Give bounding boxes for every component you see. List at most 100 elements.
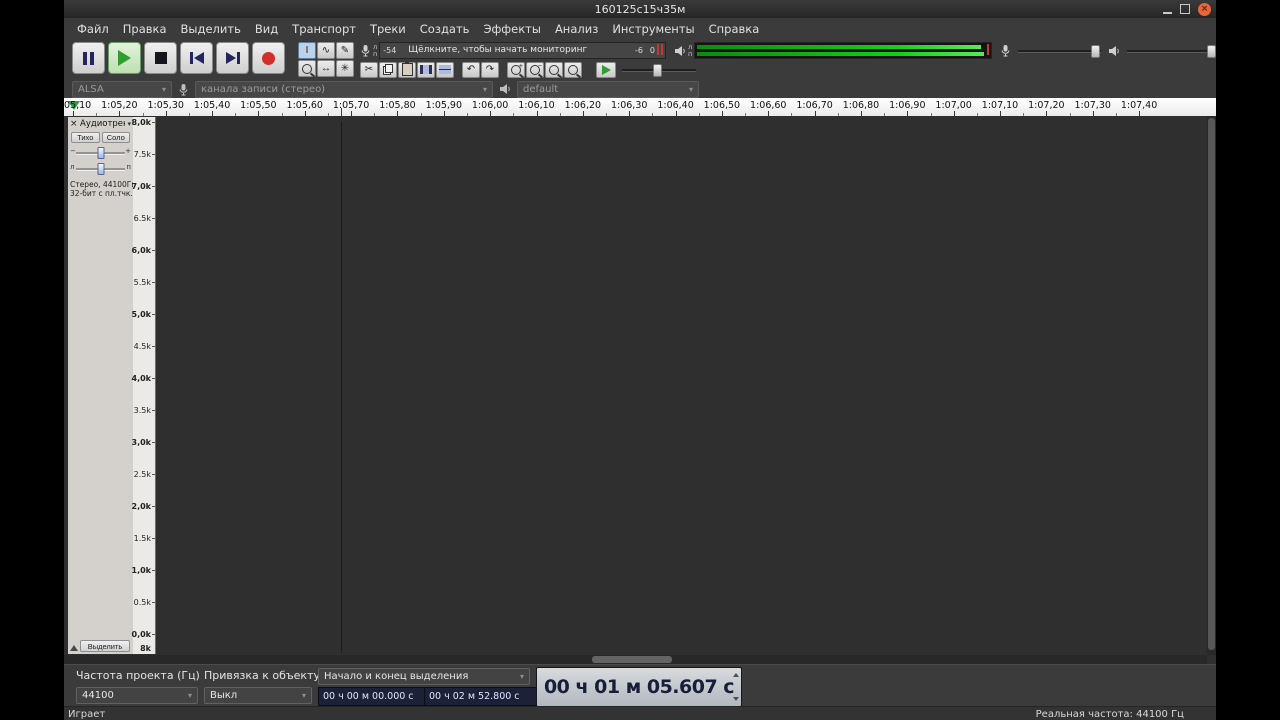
- recording-channels-select[interactable]: канала записи (стерео) ▾: [195, 80, 493, 98]
- audio-host-select[interactable]: ALSA ▾: [72, 80, 172, 98]
- menu-item-3[interactable]: Выделить: [174, 19, 248, 39]
- undo-redo-group: ↶ ↷: [462, 61, 499, 78]
- menu-item-11[interactable]: Справка: [702, 19, 767, 39]
- selection-end-field[interactable]: 00 ч 02 м 52.800 с: [424, 687, 546, 706]
- menu-item-7[interactable]: Создать: [413, 19, 477, 39]
- menu-item-1[interactable]: Файл: [70, 19, 116, 39]
- timeshift-tool-button[interactable]: ↔: [317, 60, 335, 77]
- track-close-button[interactable]: ×: [70, 119, 78, 129]
- track-select-button[interactable]: Выделить: [80, 640, 130, 652]
- track-info: Стерео, 44100Гц 32-бит с пл.тчк.: [68, 175, 137, 198]
- play-speed-slider[interactable]: [620, 61, 698, 78]
- playback-volume-icon: [1109, 45, 1119, 56]
- spinner[interactable]: [732, 670, 740, 704]
- snap-select[interactable]: Выкл ▾: [204, 687, 312, 704]
- close-button[interactable]: ×: [1198, 2, 1211, 16]
- pan-thumb[interactable]: [97, 163, 104, 175]
- multi-tool-button[interactable]: ✳: [336, 60, 354, 77]
- record-clip-indicator: [661, 44, 663, 55]
- pause-button[interactable]: [72, 42, 105, 74]
- selection-start-field[interactable]: 00 ч 00 м 00.000 с: [318, 687, 436, 706]
- zoom-tool-button[interactable]: [298, 60, 316, 77]
- zoom-selection-button[interactable]: [545, 61, 563, 78]
- zoom-toolbar: + −: [507, 61, 582, 78]
- play-button[interactable]: [108, 42, 141, 74]
- timeline-ruler[interactable]: 1:05,10 1:05,20 1:05,30 1:05,40 1:05,50 1:05,…: [64, 98, 1216, 117]
- frequency-label: 1,0k: [131, 566, 152, 575]
- frequency-label: 7,0k: [131, 182, 152, 191]
- mute-button[interactable]: Тихо: [71, 132, 100, 143]
- timeline-label: 1:06,00: [471, 100, 509, 111]
- selection-tool-button[interactable]: I: [298, 42, 316, 59]
- audio-position-display[interactable]: 00 ч 01 м 05.607 с: [536, 667, 742, 707]
- menu-item-2[interactable]: Правка: [116, 19, 174, 39]
- record-button[interactable]: [252, 42, 285, 74]
- skip-to-end-button[interactable]: [216, 42, 249, 74]
- stop-icon: [154, 52, 167, 64]
- horizontal-scrollbar-handle[interactable]: [592, 656, 672, 663]
- spectrogram-channel-1[interactable]: [155, 122, 455, 272]
- play-clip-indicator: [987, 44, 989, 55]
- frequency-label: 2.5k: [133, 470, 151, 479]
- minimize-button[interactable]: [1163, 4, 1172, 14]
- recording-device-icon: [179, 83, 188, 95]
- draw-tool-button[interactable]: ✎: [336, 42, 354, 59]
- playback-device-select[interactable]: default ▾: [517, 80, 699, 98]
- vertical-scrollbar[interactable]: [1207, 116, 1216, 655]
- menu-item-10[interactable]: Инструменты: [605, 19, 701, 39]
- play-at-speed-button[interactable]: [596, 61, 616, 78]
- collapse-track-button[interactable]: [70, 641, 78, 651]
- project-rate-select[interactable]: 44100 ▾: [76, 687, 198, 704]
- chevron-down-icon: ▾: [187, 691, 192, 700]
- recording-channels-value: канала записи (стерео): [201, 83, 326, 95]
- envelope-tool-button[interactable]: ∿: [317, 42, 335, 59]
- zoom-fit-button[interactable]: [564, 61, 582, 78]
- skip-to-start-button[interactable]: [180, 42, 213, 74]
- record-volume-slider[interactable]: [1016, 42, 1103, 59]
- frequency-label: 2,0k: [131, 502, 152, 511]
- frequency-label: 0.5k: [133, 598, 151, 607]
- slider-thumb[interactable]: [1090, 45, 1100, 58]
- frequency-tick: [152, 442, 155, 443]
- track-name[interactable]: Аудиотрек: [80, 119, 125, 129]
- gain-thumb[interactable]: [97, 147, 104, 159]
- slider-thumb[interactable]: [1206, 45, 1216, 58]
- status-message: Играет: [68, 708, 106, 720]
- menu-item-9[interactable]: Анализ: [548, 19, 605, 39]
- copy-button[interactable]: [379, 61, 397, 78]
- recording-meter[interactable]: лп -54 Щёлкните, чтобы начать мониторинг…: [360, 42, 666, 59]
- solo-button[interactable]: Соло: [101, 132, 130, 143]
- track-menu-caret-icon[interactable]: ▾: [127, 120, 131, 128]
- silence-button[interactable]: [436, 61, 454, 78]
- menu-item-5[interactable]: Транспорт: [285, 19, 363, 39]
- menu-item-4[interactable]: Вид: [248, 19, 285, 39]
- trim-button[interactable]: [417, 61, 435, 78]
- playback-meter[interactable]: лп: [674, 42, 992, 59]
- pan-slider[interactable]: л п: [70, 162, 131, 175]
- track-control-panel[interactable]: × Аудиотрек ▾ Тихо Соло − + л п Стерео, …: [68, 117, 137, 654]
- titlebar[interactable]: 160125с15ч35м ×: [64, 0, 1216, 19]
- menu-item-8[interactable]: Эффекты: [476, 19, 548, 39]
- frequency-ruler[interactable]: 8k 8,0k 7.5k 7,0k 6.5k 6,0k 5.5k 5,0k 4.5k 4,0k 3…: [131, 117, 156, 654]
- paste-button[interactable]: [398, 61, 416, 78]
- cut-button[interactable]: ✂: [360, 61, 378, 78]
- menu-item-6[interactable]: Треки: [363, 19, 413, 39]
- maximize-button[interactable]: [1180, 4, 1190, 14]
- skip-start-icon: [189, 52, 204, 64]
- stop-button[interactable]: [144, 42, 177, 74]
- record-meter-channels: лп: [373, 42, 378, 58]
- frequency-label: 3.5k: [133, 406, 151, 415]
- trim-icon: [420, 65, 432, 74]
- transport-toolbar: [72, 42, 285, 74]
- playback-volume-slider[interactable]: [1125, 42, 1216, 59]
- selection-mode-select[interactable]: Начало и конец выделения ▾: [318, 668, 530, 685]
- timeline-label: 1:06,10: [518, 100, 555, 111]
- slider-thumb[interactable]: [652, 64, 662, 77]
- vertical-scrollbar-handle[interactable]: [1208, 118, 1215, 650]
- redo-button[interactable]: ↷: [481, 61, 499, 78]
- zoom-in-button[interactable]: +: [507, 61, 525, 78]
- zoom-out-button[interactable]: −: [526, 61, 544, 78]
- gain-slider[interactable]: − +: [70, 146, 131, 159]
- undo-button[interactable]: ↶: [462, 61, 480, 78]
- horizontal-scrollbar[interactable]: [64, 655, 1207, 664]
